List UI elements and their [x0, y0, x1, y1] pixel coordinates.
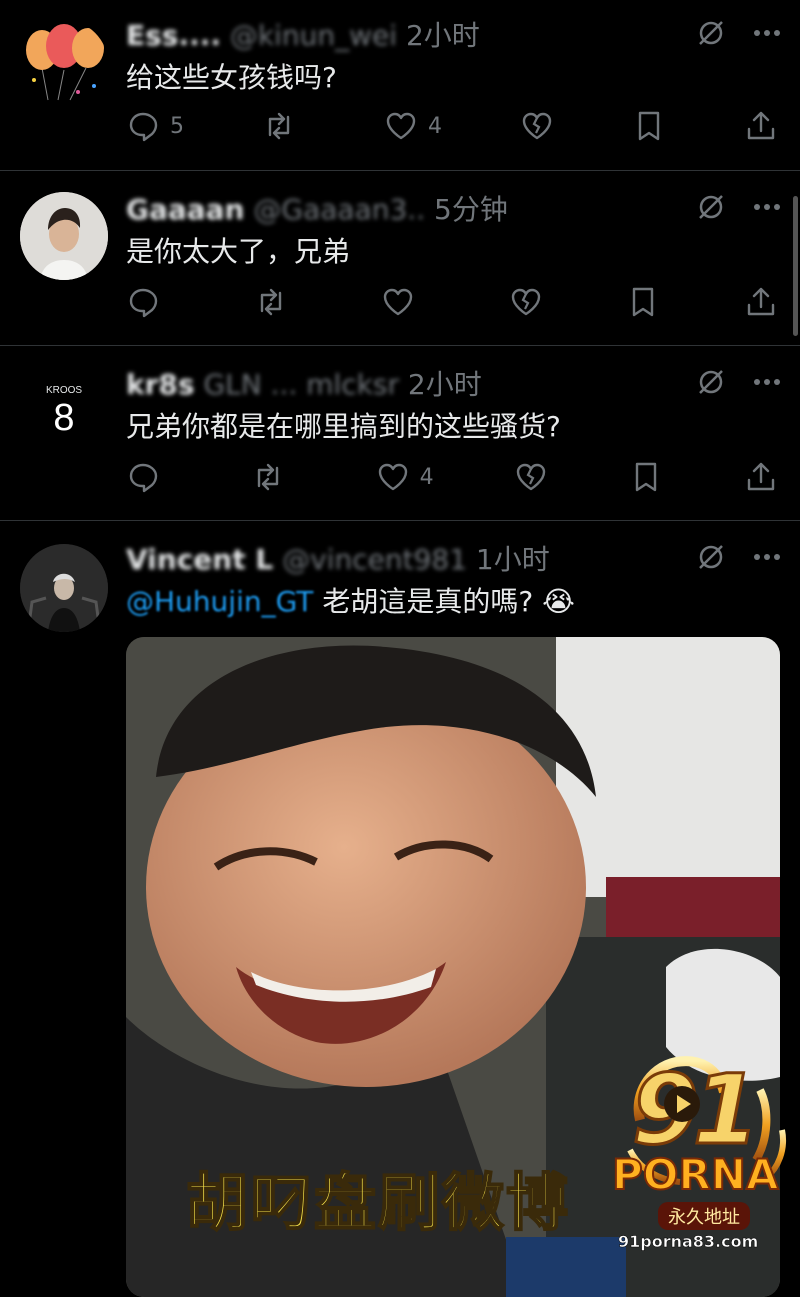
like-count: 4 — [419, 464, 434, 490]
display-name[interactable]: Ess.... — [126, 19, 221, 52]
more-icon[interactable] — [752, 192, 782, 222]
like-button[interactable]: 4 — [384, 109, 442, 143]
site-watermark: 91 PORNA 永久地址 91porna83.com — [610, 1050, 800, 1260]
retweet-icon — [260, 288, 281, 316]
reply-icon — [129, 288, 158, 318]
share-icon — [747, 462, 775, 491]
bookmark-icon — [635, 462, 657, 492]
avatar-number: 8 — [53, 397, 75, 439]
crying-emoji: 😭 — [542, 585, 575, 618]
bookmark-button[interactable] — [629, 460, 663, 494]
heart-icon — [386, 112, 416, 140]
person-avatar-icon — [20, 544, 108, 632]
watermark-url: 91porna83.com — [618, 1232, 759, 1252]
tweet-header: Ess.... @kinun_wei 2小时 — [126, 14, 480, 54]
broken-heart-icon — [522, 112, 552, 140]
share-icon — [747, 287, 775, 316]
retweet-icon — [268, 112, 290, 140]
tweet-text: 老胡這是真的嗎? — [322, 585, 534, 618]
like-count: 4 — [428, 113, 442, 139]
like-button[interactable] — [381, 285, 425, 319]
share-button[interactable] — [744, 109, 778, 143]
timestamp[interactable]: 5分钟 — [434, 193, 508, 226]
heart-icon — [383, 288, 413, 316]
mention-link[interactable]: @Huhujin_GT — [126, 585, 313, 618]
more-icon[interactable] — [752, 542, 782, 572]
dislike-button[interactable] — [514, 460, 548, 494]
like-button[interactable]: 4 — [376, 460, 434, 494]
user-handle[interactable]: GLN ... mlcksr — [203, 368, 399, 401]
timestamp[interactable]: 2小时 — [406, 19, 480, 52]
balloon-avatar-icon — [26, 24, 104, 101]
tweet-header: Gaaaan @Gaaaan3.. 5分钟 — [126, 188, 508, 228]
bookmark-button[interactable] — [632, 109, 666, 143]
media-caption: 胡叼盘刷微博 — [185, 1165, 571, 1240]
share-button[interactable] — [744, 460, 778, 494]
tweet-header: Vincent L @vincent981 1小时 — [126, 538, 550, 578]
display-name[interactable]: Gaaaan — [126, 193, 245, 226]
reply-button[interactable]: 5 — [126, 109, 184, 143]
reply-icon — [129, 463, 158, 493]
tweet-text: 给这些女孩钱吗? — [126, 61, 337, 94]
tweet-3[interactable]: KROOS 8 kr8s GLN ... mlcksr 2小时 兄弟你都是在哪里… — [0, 345, 800, 521]
tweet-text: 兄弟你都是在哪里搞到的这些骚货? — [126, 410, 561, 443]
avatar[interactable] — [20, 20, 108, 108]
tweet-top-icons — [696, 192, 782, 222]
user-handle[interactable]: @vincent981 — [282, 543, 467, 576]
tweet-actions: 4 — [126, 457, 778, 497]
grok-icon[interactable] — [696, 192, 726, 222]
bookmark-icon — [638, 111, 660, 141]
share-icon — [747, 111, 775, 140]
reply-icon — [129, 112, 158, 142]
grok-icon[interactable] — [696, 542, 726, 572]
tweet-top-icons — [696, 367, 782, 397]
reply-button[interactable] — [126, 460, 170, 494]
bookmark-button[interactable] — [626, 285, 660, 319]
tweet-actions — [126, 282, 778, 322]
heart-icon — [378, 463, 407, 491]
retweet-button[interactable] — [262, 109, 306, 143]
grok-icon[interactable] — [696, 18, 726, 48]
more-icon[interactable] — [752, 18, 782, 48]
avatar-label: KROOS — [45, 385, 83, 396]
tweet-header: kr8s GLN ... mlcksr 2小时 — [126, 363, 482, 403]
retweet-icon — [257, 463, 278, 491]
dislike-button[interactable] — [520, 109, 554, 143]
user-handle[interactable]: @kinun_wei — [230, 19, 397, 52]
timestamp[interactable]: 1小时 — [476, 543, 550, 576]
person-avatar-icon — [20, 192, 108, 280]
tweet-1[interactable]: Ess.... @kinun_wei 2小时 给这些女孩钱吗? 5 4 — [0, 0, 800, 171]
tweet-actions: 5 4 — [126, 106, 778, 146]
tweet-2[interactable]: Gaaaan @Gaaaan3.. 5分钟 是你太大了，兄弟 — [0, 170, 800, 346]
tweet-top-icons — [696, 542, 782, 572]
retweet-button[interactable] — [251, 460, 295, 494]
tweet-top-icons — [696, 18, 782, 48]
avatar[interactable] — [20, 544, 108, 632]
watermark-tagline: 永久地址 — [658, 1202, 750, 1230]
more-icon[interactable] — [752, 367, 782, 397]
watermark-brand: PORNA — [611, 1149, 779, 1200]
reply-count: 5 — [170, 113, 184, 139]
play-icon — [664, 1086, 700, 1122]
avatar[interactable] — [20, 192, 108, 280]
tweet-text: 是你太大了，兄弟 — [126, 235, 351, 268]
reply-button[interactable] — [126, 285, 170, 319]
display-name[interactable]: Vincent L — [126, 543, 273, 576]
user-handle[interactable]: @Gaaaan3.. — [253, 193, 425, 226]
broken-heart-icon — [511, 288, 540, 316]
dislike-button[interactable] — [509, 285, 543, 319]
retweet-button[interactable] — [254, 285, 298, 319]
grok-icon[interactable] — [696, 367, 726, 397]
tweet-text-row: @Huhujin_GT 老胡這是真的嗎? 😭 — [126, 580, 575, 620]
bookmark-icon — [633, 287, 654, 317]
timestamp[interactable]: 2小时 — [408, 368, 482, 401]
scrollbar[interactable] — [793, 196, 798, 336]
broken-heart-icon — [517, 463, 546, 491]
display-name[interactable]: kr8s — [126, 368, 195, 401]
share-button[interactable] — [744, 285, 778, 319]
avatar[interactable]: KROOS 8 — [20, 367, 108, 455]
